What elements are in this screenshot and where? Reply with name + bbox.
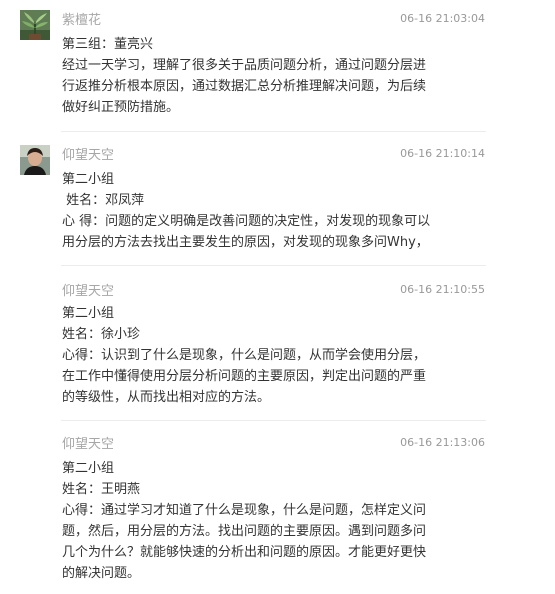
comment-line: 经过一天学习，理解了很多关于品质问题分析，通过问题分层进: [62, 58, 427, 73]
comment-body: 第二小组 姓名：徐小珍 心得：认识到了什么是现象，什么是问题，从而学会使用分层，…: [62, 303, 488, 408]
divider: [61, 265, 486, 266]
comment-line: 第三组：董亮兴: [62, 37, 154, 52]
comment-line: 心 得：问题的定义明确是改善问题的决定性，对发现的现象可以: [62, 214, 431, 229]
comment-body: 第二小组 姓名：王明燕 心得：通过学习才知道了什么是现象，什么是问题，怎样定义问…: [62, 458, 488, 584]
comment-line: 行返推分析根本原因，通过数据汇总分析推理解决问题，为后续: [62, 79, 427, 94]
comment-line: 用分层的方法去找出主要发生的原因，对发现的现象多问Why，: [62, 235, 429, 250]
comment-body: 第三组：董亮兴 经过一天学习，理解了很多关于品质问题分析，通过问题分层进 行返推…: [62, 34, 488, 118]
comment-time: 06-16 21:10:14: [400, 147, 485, 160]
divider: [61, 131, 486, 132]
comment-line: 姓名：王明燕: [62, 482, 141, 497]
comment-time: 06-16 21:13:06: [400, 436, 485, 449]
comment-time: 06-16 21:10:55: [400, 283, 485, 296]
comment-line: 第二小组: [62, 306, 115, 321]
comment-author[interactable]: 仰望天空: [62, 437, 114, 453]
plant-avatar-icon[interactable]: [20, 10, 50, 40]
comment-line: 第二小组: [62, 461, 115, 476]
comment-line: 做好纠正预防措施。: [62, 100, 180, 115]
person-avatar-icon[interactable]: [20, 145, 50, 175]
comment-line: 心得：通过学习才知道了什么是现象，什么是问题，怎样定义问: [62, 503, 427, 518]
comment-line: 题，然后，用分层的方法。找出问题的主要原因。遇到问题多问: [62, 524, 427, 539]
comment-line: 的解决问题。: [62, 566, 141, 581]
comment-line: 姓名：徐小珍: [62, 327, 141, 342]
comment-line: 第二小组: [62, 172, 115, 187]
comment-time: 06-16 21:03:04: [400, 12, 485, 25]
comment-author[interactable]: 仰望天空: [62, 148, 114, 164]
comment-line: 几个为什么？就能够快速的分析出和问题的原因。才能更好更快: [62, 545, 427, 560]
divider: [61, 420, 486, 421]
comment-line: 的等级性，从而找出相对应的方法。: [62, 390, 271, 405]
comment-line: 心得：认识到了什么是现象，什么是问题，从而学会使用分层，: [62, 348, 427, 363]
comment-line: 姓名：邓凤萍: [62, 193, 145, 208]
comment-body: 第二小组 姓名：邓凤萍 心 得：问题的定义明确是改善问题的决定性，对发现的现象可…: [62, 169, 488, 253]
comment-author[interactable]: 紫檀花: [62, 13, 101, 29]
comment-line: 在工作中懂得使用分层分析问题的主要原因，判定出问题的严重: [62, 369, 427, 384]
comment-author[interactable]: 仰望天空: [62, 284, 114, 300]
